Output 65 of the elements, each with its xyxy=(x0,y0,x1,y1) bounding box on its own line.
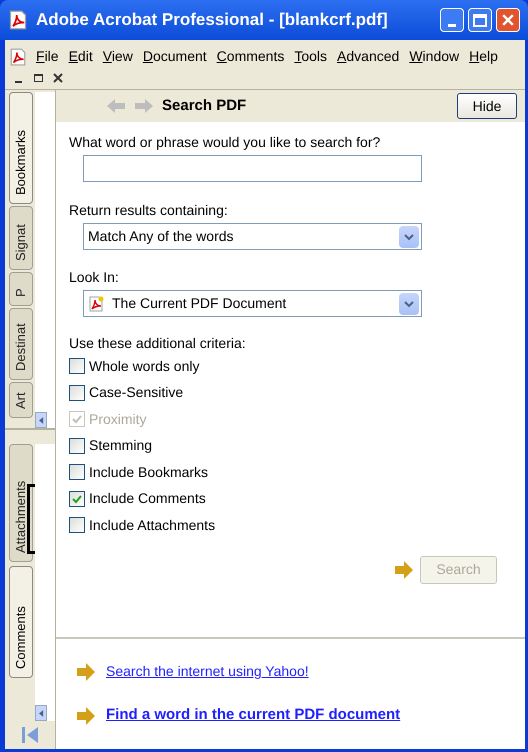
menu-item[interactable]: Advanced xyxy=(332,44,404,69)
close-button[interactable] xyxy=(496,8,520,32)
menu-item[interactable]: Document xyxy=(138,44,212,69)
window-title: Adobe Acrobat Professional - [blankcrf.pdf] xyxy=(36,9,389,32)
chevron-down-icon xyxy=(404,232,414,240)
scroll-left-button[interactable] xyxy=(35,412,47,428)
checkbox[interactable] xyxy=(69,358,85,374)
menu-item[interactable]: Window xyxy=(404,44,464,69)
side-tab[interactable]: Destinat xyxy=(9,308,33,380)
hide-button[interactable]: Hide xyxy=(457,93,517,119)
checkbox[interactable] xyxy=(69,490,85,507)
side-tab[interactable]: Attachments xyxy=(9,444,33,562)
menu-item[interactable]: View xyxy=(98,44,138,69)
query-label: What word or phrase would you like to search for? xyxy=(69,133,382,152)
pdf-document-icon xyxy=(8,10,28,30)
arrow-left-icon xyxy=(38,710,44,716)
link[interactable]: Find a word in the current PDF document xyxy=(106,704,400,727)
panel-title: Search PDF xyxy=(162,96,248,116)
bracket-icon xyxy=(27,484,35,554)
menu-item[interactable]: File xyxy=(31,44,64,69)
checkbox[interactable] xyxy=(69,384,85,401)
side-tab[interactable]: Comments xyxy=(9,566,33,678)
criteria-label: Use these additional criteria: xyxy=(69,334,247,353)
checkbox[interactable] xyxy=(69,438,85,454)
checkbox-label: Case-Sensitive xyxy=(89,383,184,402)
close-icon xyxy=(53,73,63,83)
side-tab[interactable]: Bookmarks xyxy=(9,92,33,204)
dropdown-value: Match Any of the words xyxy=(88,227,235,246)
checkbox-label: Stemming xyxy=(89,436,152,456)
side-tab[interactable]: Art xyxy=(9,382,33,418)
look-in-dropdown[interactable]: The Current PDF Document xyxy=(83,290,422,317)
chevron-down-icon xyxy=(404,300,414,308)
minimize-button[interactable] xyxy=(440,8,464,32)
checkbox-label: Include Attachments xyxy=(89,516,216,535)
dropdown-value: The Current PDF Document xyxy=(112,294,288,313)
check-icon xyxy=(72,494,82,504)
pdf-document-icon xyxy=(88,296,104,312)
link[interactable]: Search the internet using Yahoo! xyxy=(106,661,309,682)
scroll-left-button[interactable] xyxy=(35,705,47,721)
side-tab[interactable]: Signat xyxy=(9,206,33,270)
arrow-right-icon xyxy=(76,662,96,682)
menu-item[interactable]: Tools xyxy=(289,44,332,69)
dropdown-button[interactable] xyxy=(399,226,419,248)
arrow-right-icon xyxy=(76,706,96,726)
checkbox-label: Include Comments xyxy=(89,489,206,508)
results-label: Return results containing: xyxy=(69,201,229,220)
side-tab[interactable]: P xyxy=(9,272,33,306)
look-in-label: Look In: xyxy=(69,268,120,287)
menu-item[interactable]: Comments xyxy=(212,44,290,69)
arrow-right-icon xyxy=(394,560,414,580)
checkbox-label: Proximity xyxy=(89,410,147,429)
check-icon xyxy=(72,414,82,424)
checkbox-label: Include Bookmarks xyxy=(89,462,208,482)
menu-item[interactable]: Edit xyxy=(64,44,98,69)
search-field[interactable] xyxy=(83,155,422,182)
checkbox-label: Whole words only xyxy=(89,356,200,376)
results-dropdown[interactable]: Match Any of the words xyxy=(83,223,422,250)
close-icon xyxy=(502,14,514,26)
arrow-left-icon xyxy=(38,416,44,424)
pdf-document-icon xyxy=(9,46,27,66)
checkbox[interactable] xyxy=(69,517,85,534)
dropdown-button[interactable] xyxy=(399,292,419,314)
maximize-button[interactable] xyxy=(468,8,492,32)
checkbox[interactable] xyxy=(69,464,85,480)
menu-item[interactable]: Help xyxy=(464,44,503,69)
